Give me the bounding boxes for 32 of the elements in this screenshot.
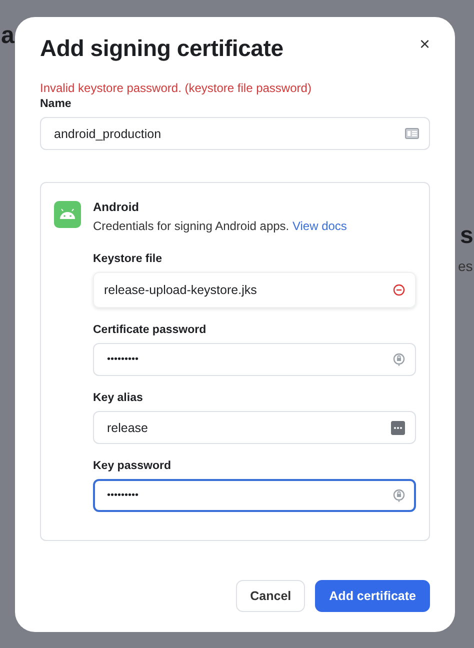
field-label: Keystore file bbox=[93, 253, 164, 265]
remove-icon[interactable] bbox=[393, 284, 405, 296]
more-icon[interactable] bbox=[391, 420, 405, 434]
field-value: release bbox=[107, 420, 148, 434]
background-heading: s bbox=[460, 222, 474, 250]
add-certificate-button[interactable]: Add certificate bbox=[315, 580, 430, 612]
input-field[interactable]: release-upload-keystore.jks bbox=[93, 272, 416, 308]
platform-title: Android bbox=[93, 200, 140, 214]
field-value: release-upload-keystore.jks bbox=[104, 283, 257, 297]
id-card-icon bbox=[405, 128, 419, 139]
close-button[interactable]: × bbox=[419, 35, 430, 53]
input-field[interactable]: ••••••••• bbox=[93, 479, 416, 512]
field-value: ••••••••• bbox=[107, 354, 139, 365]
android-icon bbox=[54, 201, 81, 228]
key-icon[interactable] bbox=[393, 353, 405, 366]
field-label: Name bbox=[40, 98, 72, 110]
dialog-title: Add signing certificate bbox=[40, 35, 284, 62]
cancel-button[interactable]: Cancel bbox=[236, 580, 306, 612]
field-label: Certificate password bbox=[93, 324, 208, 336]
input-field[interactable]: ••••••••• bbox=[93, 343, 416, 376]
field-value: android_production bbox=[54, 126, 162, 140]
error-message: Invalid keystore password. (keystore file password) bbox=[40, 81, 312, 95]
background-text: es bbox=[458, 258, 473, 274]
background-heading: a bbox=[1, 22, 14, 50]
field-value: ••••••••• bbox=[107, 490, 139, 501]
input-field[interactable]: android_production bbox=[40, 117, 430, 150]
platform-description: Credentials for signing Android apps. View docs bbox=[93, 219, 348, 233]
input-field[interactable]: release bbox=[93, 411, 416, 444]
field-label: Key alias bbox=[93, 392, 144, 404]
docs-link[interactable]: View docs bbox=[292, 219, 347, 233]
key-icon[interactable] bbox=[393, 489, 405, 502]
field-label: Key password bbox=[93, 460, 172, 472]
